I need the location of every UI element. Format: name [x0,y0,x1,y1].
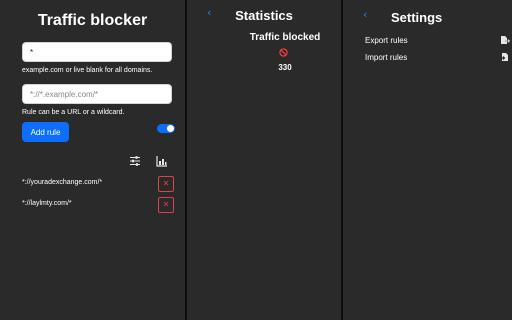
statistics-title: Statistics [235,8,293,23]
blocked-icon [279,48,288,57]
rule-help-text: Rule can be a URL or a wildcard. [22,109,125,116]
traffic-blocker-panel: Traffic blocker example.com or live blan… [0,0,185,320]
page-title: Traffic blocker [37,12,148,29]
domain-help-text: example.com or live blank for all domain… [22,67,153,74]
export-rules-item[interactable]: Export rules [365,34,510,48]
export-rules-label: Export rules [365,36,408,45]
statistics-panel: ‹ Statistics Traffic blocked 330 [187,0,341,320]
close-icon: ✕ [162,200,170,209]
export-icon [501,36,510,44]
rule-input[interactable] [22,84,172,104]
back-icon[interactable]: ‹ [363,8,367,21]
import-rules-label: Import rules [365,53,408,62]
toggle-knob [167,125,174,132]
rule-row: *://laylmty.com/* ✕ [22,197,174,213]
settings-panel: ‹ Settings Export rules Import rules [343,0,512,320]
settings-title: Settings [391,10,443,25]
import-rules-item[interactable]: Import rules [365,51,510,65]
import-icon [500,53,508,61]
delete-rule-button[interactable]: ✕ [158,176,174,192]
rule-text: *://youradexchange.com/* [22,179,103,186]
blocker-toggle[interactable] [157,124,175,133]
rule-row: *://youradexchange.com/* ✕ [22,176,174,192]
rule-text: *://laylmty.com/* [22,200,72,207]
close-icon: ✕ [162,179,170,188]
filter-icon[interactable] [129,155,141,167]
delete-rule-button[interactable]: ✕ [158,197,174,213]
domain-input[interactable] [22,42,172,62]
add-rule-button[interactable]: Add rule [22,122,69,142]
chart-icon[interactable] [156,155,168,167]
